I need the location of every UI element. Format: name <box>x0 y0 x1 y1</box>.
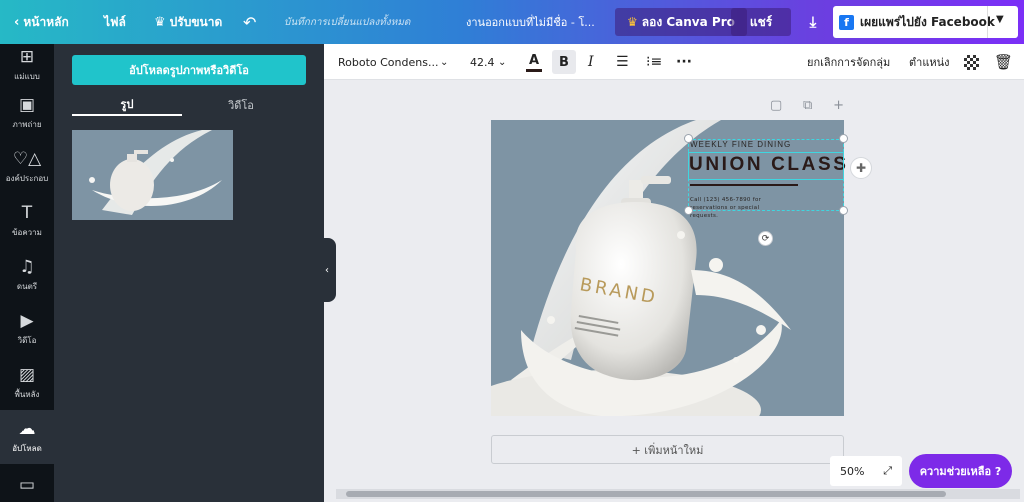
resize-handle[interactable] <box>684 134 693 143</box>
music-icon: ♫ <box>19 256 35 277</box>
resize-handle[interactable] <box>839 206 848 215</box>
rail-label: พื้นหลัง <box>14 389 40 399</box>
chevron-left-icon: ‹ <box>325 264 329 276</box>
rail-label: องค์ประกอบ <box>5 173 49 183</box>
rail-label: อัปโหลด <box>12 443 42 453</box>
rail-item-folders[interactable]: ▭ <box>0 468 54 502</box>
save-status: บันทึกการเปลี่ยนแปลงทั้งหมด <box>284 16 411 28</box>
more-options-icon[interactable]: ··· <box>676 44 692 80</box>
rail-item-elements[interactable]: ♡△ องค์ประกอบ <box>0 140 54 194</box>
rail-item-uploads[interactable]: ☁ อัปโหลด <box>0 410 54 464</box>
selected-text-box[interactable] <box>688 152 844 180</box>
italic-button[interactable]: I <box>588 44 594 80</box>
publish-facebook-button[interactable]: f เผยแพร่ไปยัง Facebook ▼ <box>833 6 1018 38</box>
resize-handle[interactable] <box>684 206 693 215</box>
canva-editor: ‹ หน้าหลัก ไฟล์ ♛ ปรับขนาด ↶ บันทึกการเป… <box>0 0 1024 502</box>
document-title[interactable]: งานออกแบบที่ไม่มีชื่อ - โ... <box>466 0 595 44</box>
scrollbar-thumb[interactable] <box>346 491 946 497</box>
rail-label: ข้อความ <box>12 227 42 237</box>
rotate-icon[interactable]: ⟳ <box>758 231 773 246</box>
template-icon: ⊞ <box>19 46 35 67</box>
help-button[interactable]: ความช่วยเหลือ ? <box>909 454 1012 488</box>
transparency-icon <box>964 54 979 70</box>
text-color-glyph: A <box>528 52 540 68</box>
file-menu-button[interactable]: ไฟล์ <box>104 0 126 44</box>
text-color-button[interactable]: A <box>526 44 542 80</box>
elements-icon: ♡△ <box>12 148 42 169</box>
rail-label: วิดีโอ <box>17 335 37 345</box>
upload-media-button[interactable]: อัปโหลดรูปภาพหรือวิดีโอ <box>72 55 306 85</box>
crown-icon: ♛ <box>154 14 166 30</box>
crown-icon: ♛ <box>627 15 638 29</box>
rail-label: แม่แบบ <box>14 71 40 81</box>
background-icon: ▨ <box>18 364 36 385</box>
home-label: หน้าหลัก <box>23 14 69 29</box>
transparency-button[interactable] <box>964 44 979 80</box>
share-button[interactable]: แชร์ <box>731 8 791 36</box>
uploaded-image-thumbnail[interactable] <box>72 130 233 220</box>
zoom-control[interactable]: 50% ⤢ <box>830 456 902 486</box>
text-color-swatch <box>526 68 542 72</box>
rail-item-music[interactable]: ♫ ดนตรี <box>0 248 54 302</box>
duplicate-page-icon[interactable]: ⧉ <box>803 98 812 116</box>
photo-icon: ▣ <box>18 94 36 115</box>
publish-label: เผยแพร่ไปยัง Facebook <box>860 14 995 29</box>
trash-icon[interactable]: 🗑 <box>994 44 1013 80</box>
try-pro-label: ลอง Canva Pro <box>641 14 735 29</box>
note-icon[interactable]: ▢ <box>770 98 782 116</box>
facebook-icon: f <box>839 14 854 30</box>
chevron-down-icon[interactable]: ⌄ <box>498 44 506 80</box>
collapse-panel-button[interactable]: ‹ <box>318 238 336 302</box>
fullscreen-icon[interactable]: ⤢ <box>883 464 892 478</box>
text-icon: T <box>21 202 33 223</box>
video-icon: ▶ <box>20 310 34 331</box>
rail-item-text[interactable]: T ข้อความ <box>0 194 54 248</box>
try-pro-button[interactable]: ♛ ลอง Canva Pro <box>615 8 747 36</box>
left-rail: ⊞ แม่แบบ ▣ ภาพถ่าย ♡△ องค์ประกอบ T ข้อคว… <box>0 44 54 502</box>
add-page-button[interactable]: + เพิ่มหน้าใหม่ <box>491 435 844 464</box>
ungroup-button[interactable]: ยกเลิกการจัดกลุ่ม <box>807 44 890 80</box>
tab-videos[interactable]: วิดีโอ <box>186 94 296 116</box>
resize-button[interactable]: ♛ ปรับขนาด <box>154 0 222 44</box>
thumbnail-illustration <box>89 130 222 215</box>
chevron-left-icon: ‹ <box>14 14 20 30</box>
top-bar: ‹ หน้าหลัก ไฟล์ ♛ ปรับขนาด ↶ บันทึกการเป… <box>0 0 1024 44</box>
font-family-select[interactable]: Roboto Condens... <box>338 44 438 80</box>
folder-icon: ▭ <box>18 475 36 495</box>
rail-item-templates[interactable]: ⊞ แม่แบบ <box>0 44 54 86</box>
list-icon[interactable]: ⁝≡ <box>646 44 662 80</box>
bold-button[interactable]: B <box>552 50 576 74</box>
add-page-icon[interactable]: + <box>833 98 844 116</box>
format-toolbar: Roboto Condens... ⌄ 42.4 ⌄ A B I ☰ ⁝≡ ··… <box>324 44 1024 80</box>
rail-label: ภาพถ่าย <box>12 119 42 129</box>
rail-item-background[interactable]: ▨ พื้นหลัง <box>0 356 54 410</box>
undo-icon[interactable]: ↶ <box>243 0 256 44</box>
rail-item-video[interactable]: ▶ วิดีโอ <box>0 302 54 356</box>
divider <box>987 6 988 38</box>
uploads-panel: อัปโหลดรูปภาพหรือวิดีโอ รูป วิดีโอ <box>54 44 324 502</box>
comment-icon[interactable]: ✚ <box>850 157 872 179</box>
resize-handle[interactable] <box>839 134 848 143</box>
chevron-down-icon[interactable]: ▼ <box>996 14 1004 25</box>
tab-images[interactable]: รูป <box>72 94 182 116</box>
rail-label: ดนตรี <box>16 281 38 291</box>
rail-item-photos[interactable]: ▣ ภาพถ่าย <box>0 86 54 140</box>
download-icon[interactable]: ⤓ <box>800 8 826 36</box>
upload-icon: ☁ <box>18 418 36 439</box>
home-button[interactable]: ‹ หน้าหลัก <box>14 0 69 44</box>
zoom-level: 50% <box>840 464 865 478</box>
font-size-input[interactable]: 42.4 <box>470 44 495 80</box>
page-actions: ▢ ⧉ + <box>770 98 844 116</box>
position-button[interactable]: ตำแหน่ง <box>909 44 950 80</box>
chevron-down-icon[interactable]: ⌄ <box>440 44 448 80</box>
resize-label: ปรับขนาด <box>169 14 223 29</box>
align-left-icon[interactable]: ☰ <box>616 44 629 80</box>
